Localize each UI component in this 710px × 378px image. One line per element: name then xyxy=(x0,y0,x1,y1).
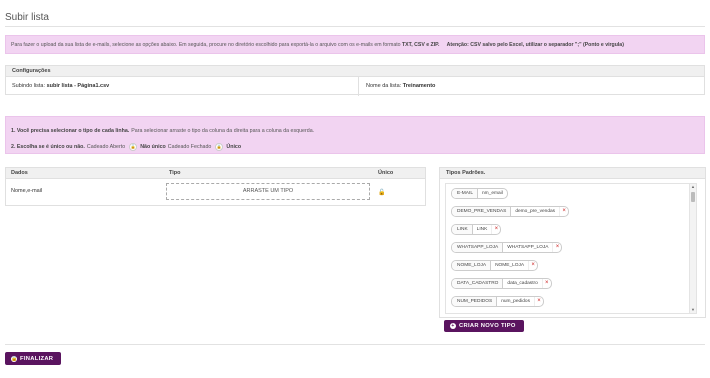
type-chip[interactable]: LINK LINK × xyxy=(451,224,502,235)
finalize-button[interactable]: 🔒 FINALIZAR xyxy=(5,352,61,365)
type-value: data_cadastro xyxy=(507,281,538,286)
step1-bold: 1. Você precisa selecionar o tipo de cad… xyxy=(11,128,130,134)
create-type-label: CRIAR NOVO TIPO xyxy=(459,323,516,329)
finalize-label: FINALIZAR xyxy=(20,355,54,362)
header-unico: Único xyxy=(378,170,394,176)
config-row: Subindo lista: subir lista - Página1.csv… xyxy=(6,77,704,96)
header-tipo: Tipo xyxy=(169,170,181,176)
config-header: Configurações xyxy=(6,66,704,77)
remove-icon[interactable]: × xyxy=(534,297,543,306)
type-value: WHATSAPP_LOJA xyxy=(507,245,549,250)
data-table-header: Dados Tipo Único xyxy=(6,168,425,179)
step-2: 2. Escolha se é único ou não. Cadeado Ab… xyxy=(11,139,699,155)
types-header: Tipos Padrões. xyxy=(440,168,705,179)
step2-unique: Único xyxy=(226,144,242,150)
nome-cell: Nome da lista: Treinamento xyxy=(360,77,435,96)
title-divider xyxy=(5,26,705,27)
type-chip[interactable]: DEMO_PRE_VENDAS demo_pre_vendas × xyxy=(451,206,570,217)
type-key: WHATSAPP_LOJA xyxy=(452,243,504,252)
info-warning: Atenção: CSV salvo pelo Excel, utilizar … xyxy=(446,42,624,48)
type-key: E-MAIL xyxy=(452,189,478,198)
remove-icon[interactable]: × xyxy=(541,279,551,288)
types-list[interactable]: E-MAIL nm_email DEMO_PRE_VENDAS demo_pre… xyxy=(445,183,697,314)
footer-divider xyxy=(5,344,705,345)
nome-label: Nome da lista: xyxy=(366,83,402,89)
type-key: NUM_PEDIDOS xyxy=(452,297,498,306)
type-chip[interactable]: E-MAIL nm_email xyxy=(451,188,508,199)
steps-banner: 1. Você precisa selecionar o tipo de cad… xyxy=(5,116,705,154)
unlock-icon: 🔓 xyxy=(129,143,138,151)
header-dados: Dados xyxy=(11,170,28,176)
type-value: demo_pre_vendas xyxy=(515,209,556,214)
remove-icon[interactable]: × xyxy=(528,261,537,270)
subindo-cell: Subindo lista: subir lista - Página1.csv xyxy=(6,77,109,96)
type-value: nm_email xyxy=(482,191,503,196)
plus-icon: + xyxy=(450,323,456,329)
types-panel: Tipos Padrões. E-MAIL nm_email DEMO_PRE_… xyxy=(439,167,706,318)
type-dropzone[interactable]: ARRASTE UM TIPO xyxy=(166,183,370,200)
row-dados: Nome,e-mail xyxy=(11,188,43,194)
unique-toggle-icon[interactable]: 🔓 xyxy=(378,189,386,197)
step1-text: Para selecionar arraste o tipo da coluna… xyxy=(131,128,315,134)
type-value: NOME_LOJA xyxy=(495,263,525,268)
type-value: LINK xyxy=(476,227,488,232)
type-chip[interactable]: WHATSAPP_LOJA WHATSAPP_LOJA × xyxy=(451,242,563,253)
subindo-label: Subindo lista: xyxy=(12,83,46,89)
lock-icon: 🔒 xyxy=(11,355,18,362)
types-scrollbar[interactable]: ▲ ▼ xyxy=(689,184,696,313)
step2-bold: 2. Escolha se é único ou não. xyxy=(11,144,85,150)
scroll-up-icon[interactable]: ▲ xyxy=(690,184,696,190)
type-chip[interactable]: NOME_LOJA NOME_LOJA × xyxy=(451,260,539,271)
type-chip[interactable]: NUM_PEDIDOS num_pedidos × xyxy=(451,296,544,307)
nome-value: Treinamento xyxy=(402,83,436,89)
info-text: Para fazer o upload da sua lista de e-ma… xyxy=(11,42,401,48)
type-key: DEMO_PRE_VENDAS xyxy=(452,207,512,216)
remove-icon[interactable]: × xyxy=(552,243,561,252)
page-title: Subir lista xyxy=(5,12,49,23)
remove-icon[interactable]: × xyxy=(559,207,568,216)
step2-open-label: Cadeado Aberto xyxy=(86,144,126,150)
type-key: LINK xyxy=(452,225,473,234)
info-formats: TXT, CSV e ZIP. xyxy=(402,42,440,48)
config-separator xyxy=(358,77,359,96)
table-row: Nome,e-mail ARRASTE UM TIPO 🔓 xyxy=(6,179,425,207)
type-chip[interactable]: DATA_CADASTRO data_cadastro × xyxy=(451,278,552,289)
lock-icon: 🔒 xyxy=(215,143,224,151)
type-key: DATA_CADASTRO xyxy=(452,279,504,288)
scroll-thumb[interactable] xyxy=(691,192,695,202)
info-banner: Para fazer o upload da sua lista de e-ma… xyxy=(5,35,705,54)
subindo-value: subir lista - Página1.csv xyxy=(46,83,110,89)
type-value: num_pedidos xyxy=(501,299,530,304)
remove-icon[interactable]: × xyxy=(491,225,500,234)
scroll-down-icon[interactable]: ▼ xyxy=(690,307,696,313)
create-type-button[interactable]: + CRIAR NOVO TIPO xyxy=(444,320,524,332)
config-panel: Configurações Subindo lista: subir lista… xyxy=(5,65,705,96)
step-1: 1. Você precisa selecionar o tipo de cad… xyxy=(11,123,699,139)
step2-not-unique: Não único xyxy=(140,144,166,150)
type-key: NOME_LOJA xyxy=(452,261,492,270)
step2-closed-label: Cadeado Fechado xyxy=(167,144,212,150)
data-table: Dados Tipo Único Nome,e-mail ARRASTE UM … xyxy=(5,167,426,206)
